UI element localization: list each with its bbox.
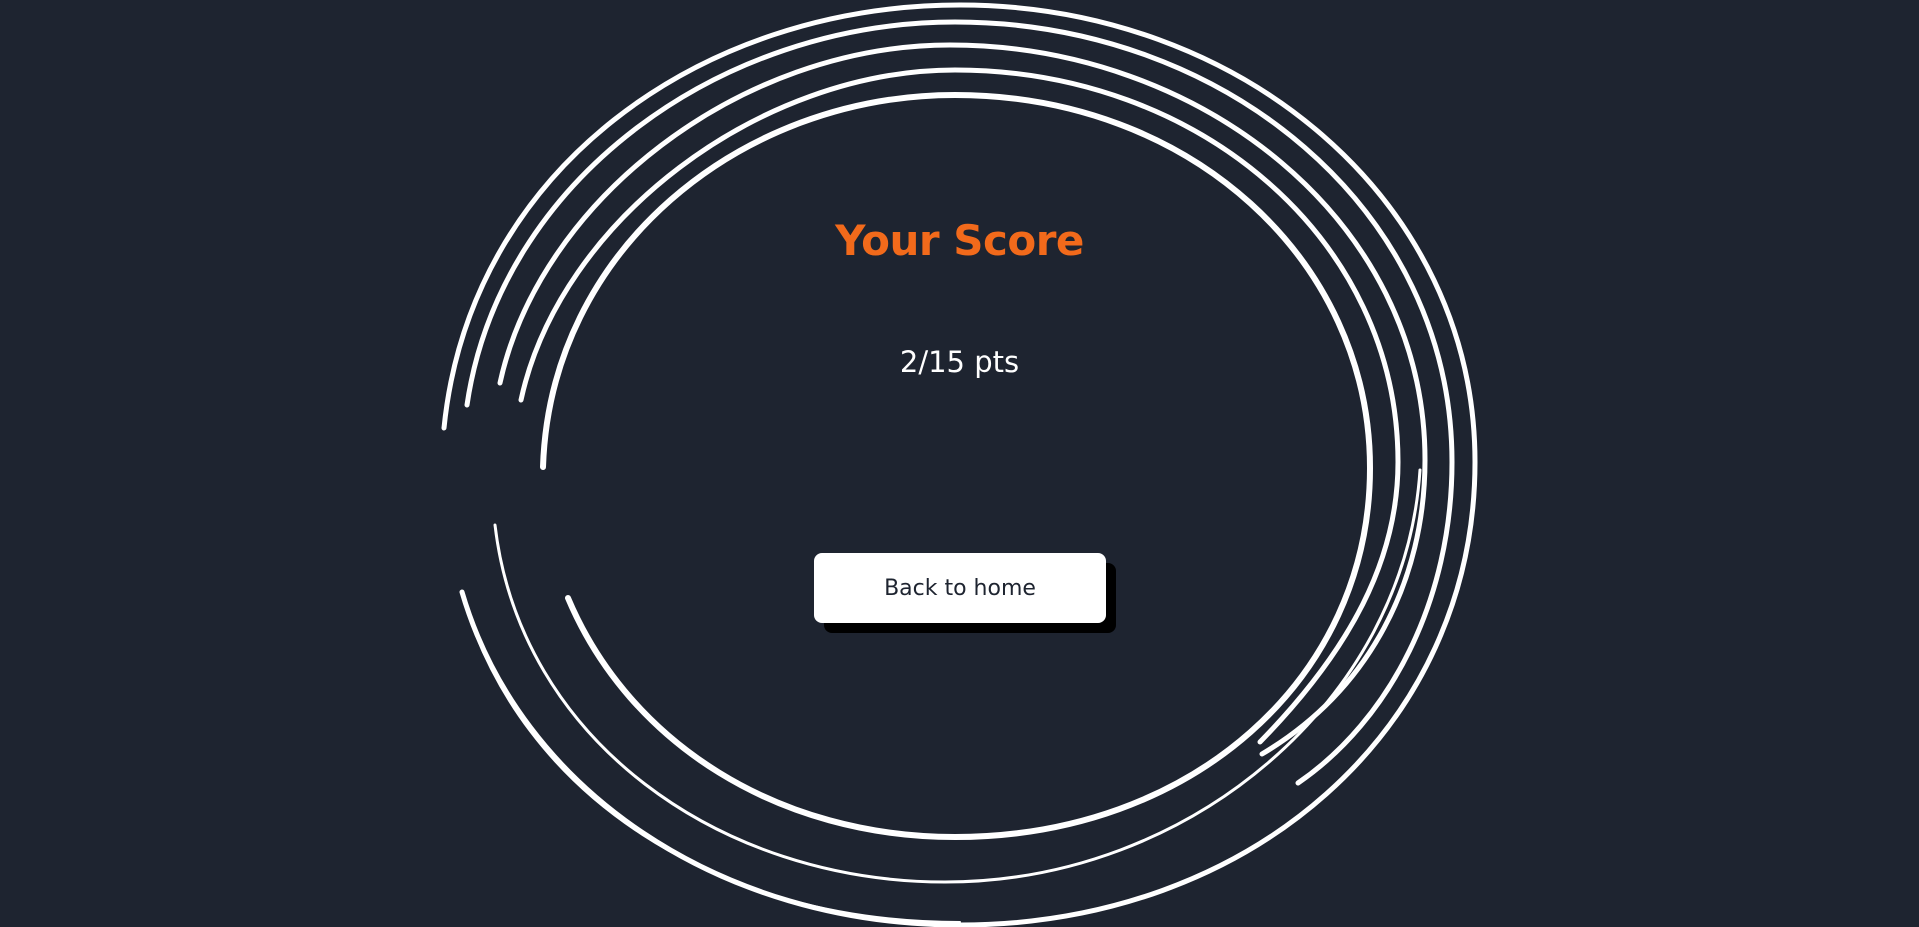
score-screen: Your Score 2/15 pts Back to home: [0, 0, 1919, 927]
back-to-home-button[interactable]: Back to home: [814, 553, 1106, 623]
ring-outer-1: [441, 2, 1478, 927]
ring-lower-sweep: [460, 591, 961, 923]
ring-5: [493, 468, 1422, 884]
score-title: Your Score: [835, 216, 1084, 265]
back-to-home-button-container: Back to home: [814, 553, 1116, 633]
concentric-rings-decoration: [441, 2, 1478, 927]
ring-3: [497, 42, 1428, 757]
score-value: 2/15 pts: [899, 345, 1020, 379]
ring-inner: [540, 91, 1374, 841]
ring-4: [518, 67, 1401, 745]
